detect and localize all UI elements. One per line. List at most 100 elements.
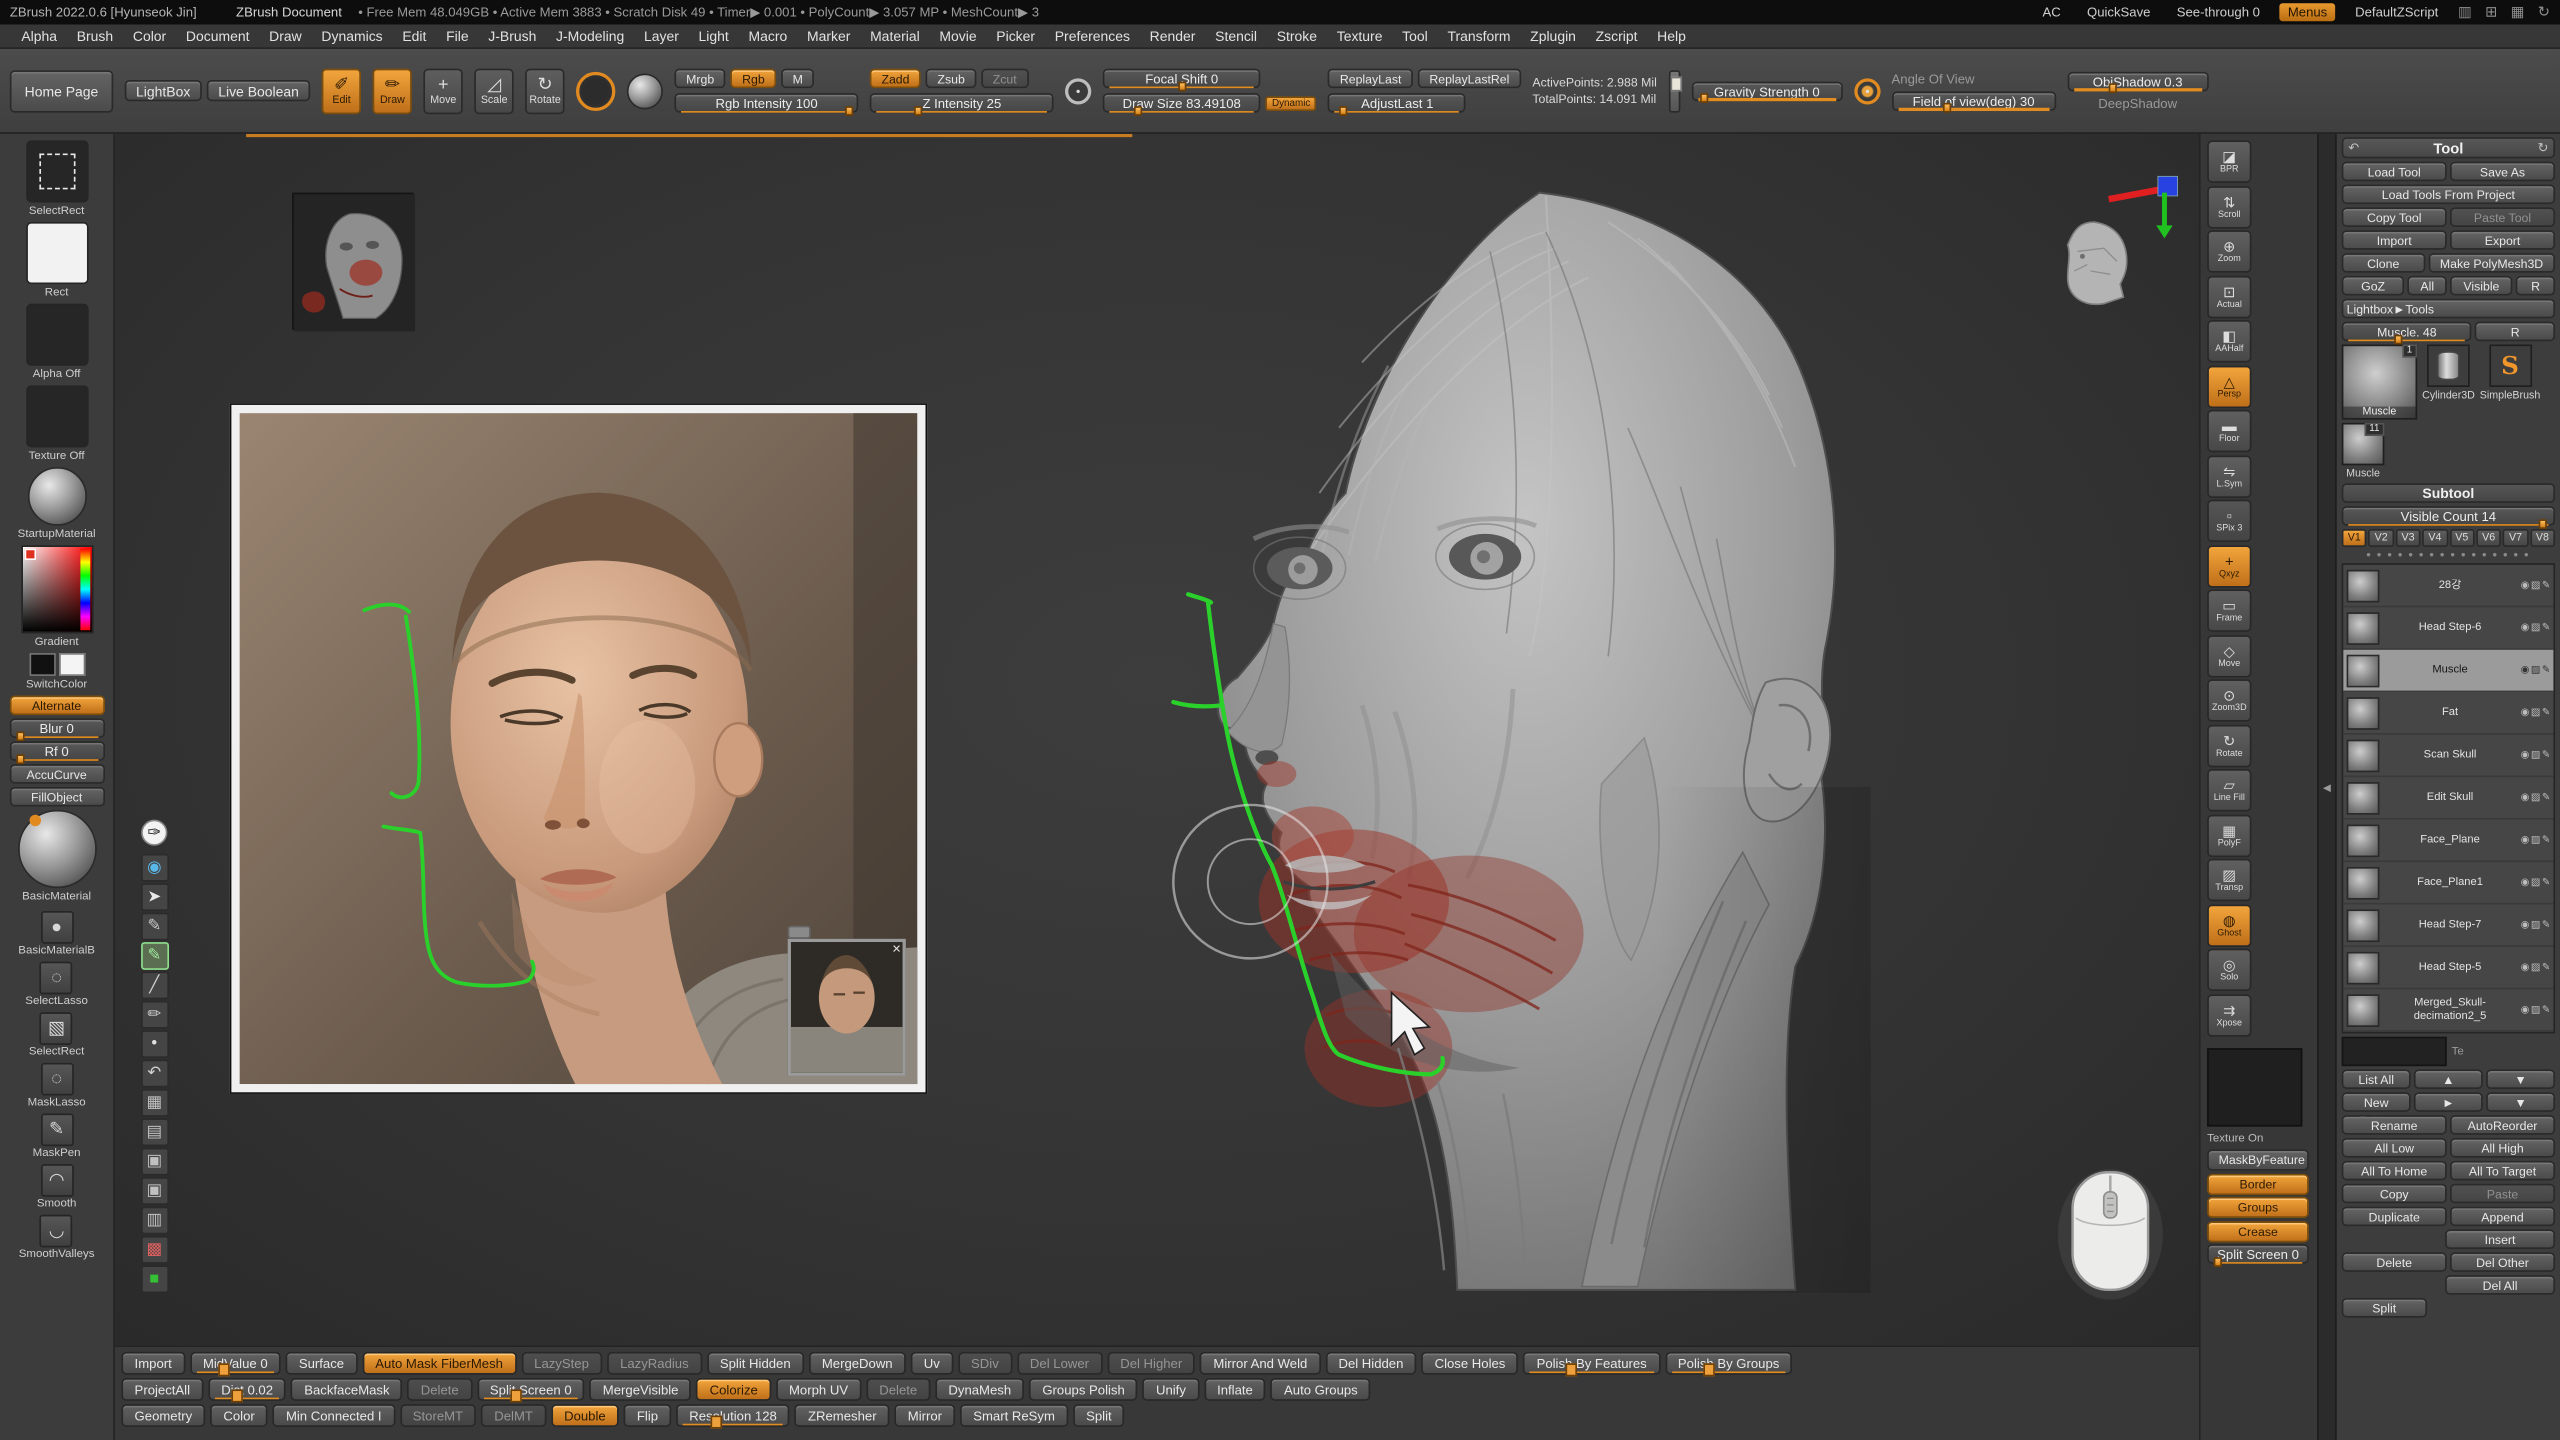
texture-preview-box[interactable] bbox=[2207, 1048, 2302, 1126]
append-button[interactable]: Append bbox=[2450, 1207, 2555, 1227]
subtool-row[interactable]: Head Step-6 ◉ ▨ ✎ bbox=[2343, 607, 2553, 649]
autoreorder-button[interactable]: AutoReorder bbox=[2450, 1115, 2555, 1135]
bottom-button[interactable]: Mirror bbox=[895, 1404, 956, 1427]
bottom-button[interactable]: Mirror And Weld bbox=[1200, 1352, 1320, 1375]
version-tab[interactable]: V5 bbox=[2449, 529, 2474, 547]
visible-count-slider[interactable]: Visible Count 14 bbox=[2342, 506, 2555, 526]
bottom-button[interactable]: Smart ReSym bbox=[960, 1404, 1068, 1427]
bottom-button[interactable]: Surface bbox=[286, 1352, 358, 1375]
version-tab[interactable]: V2 bbox=[2369, 529, 2394, 547]
subtool-thumbnail[interactable] bbox=[2347, 739, 2380, 772]
palette-shortcut[interactable]: ◠ Smooth bbox=[37, 1164, 77, 1211]
quick-tool-icon[interactable]: ✏ bbox=[140, 1001, 168, 1029]
eye-icon[interactable]: ◉ bbox=[2521, 792, 2530, 803]
current-brush-icon[interactable] bbox=[576, 71, 615, 110]
shelf-slider-track[interactable] bbox=[246, 134, 1132, 137]
quick-tool-icon[interactable]: ▤ bbox=[140, 1118, 168, 1146]
right-shelf-button[interactable]: △ Persp bbox=[2207, 365, 2251, 407]
palette-shortcut[interactable]: ◌ MaskLasso bbox=[28, 1063, 86, 1110]
bottom-button[interactable]: DelMT bbox=[481, 1404, 546, 1427]
bottom-button[interactable]: Min Connected I bbox=[273, 1404, 395, 1427]
subtool-preview-box[interactable] bbox=[2342, 1037, 2447, 1066]
quick-tool-icon[interactable]: ▣ bbox=[140, 1148, 168, 1176]
deepshadow-label[interactable]: DeepShadow bbox=[2067, 96, 2208, 111]
new-folder-button[interactable]: New Folder bbox=[2342, 1092, 2411, 1112]
rf-slider[interactable]: Rf 0 bbox=[9, 741, 104, 761]
subtool-row[interactable]: Face_Plane1 ◉ ▨ ✎ bbox=[2343, 862, 2553, 904]
subtool-row[interactable]: Head Step-7 ◉ ▨ ✎ bbox=[2343, 905, 2553, 947]
texture-on-label[interactable]: Texture On bbox=[2207, 1132, 2263, 1143]
menu-item[interactable]: Transform bbox=[1439, 26, 1518, 46]
bottom-button[interactable]: Auto Groups bbox=[1271, 1378, 1371, 1401]
bottom-button[interactable]: ZRemesher bbox=[795, 1404, 890, 1427]
fov-slider[interactable]: Field of view(deg) 30 bbox=[1892, 91, 2056, 111]
menu-item[interactable]: File bbox=[438, 26, 477, 46]
bottom-button[interactable]: DynaMesh bbox=[935, 1378, 1024, 1401]
quick-tool-icon[interactable]: ▥ bbox=[140, 1207, 168, 1235]
all-to-home-button[interactable]: All To Home bbox=[2342, 1161, 2447, 1181]
document-canvas[interactable]: × bbox=[115, 134, 2199, 1345]
mrgb-button[interactable]: Mrgb bbox=[675, 69, 726, 89]
bottom-button[interactable]: Double bbox=[551, 1404, 619, 1427]
subtool-thumbnail[interactable] bbox=[2347, 909, 2380, 942]
z-intensity-slider[interactable]: Z Intensity 25 bbox=[870, 93, 1054, 113]
polypaint-icon[interactable]: ▨ bbox=[2531, 919, 2540, 930]
polypaint-icon[interactable]: ▨ bbox=[2531, 622, 2540, 633]
zadd-button[interactable]: Zadd bbox=[870, 69, 921, 89]
select-rect-tool[interactable] bbox=[25, 140, 87, 202]
bottom-button[interactable]: SDiv bbox=[958, 1352, 1012, 1375]
scale-button[interactable]: ◿ Scale bbox=[474, 68, 513, 114]
replay-last-button[interactable]: ReplayLast bbox=[1328, 69, 1413, 89]
ac-button[interactable]: AC bbox=[2036, 5, 2067, 20]
eye-icon[interactable]: ◉ bbox=[2521, 919, 2530, 930]
save-as-button[interactable]: Save As bbox=[2450, 162, 2555, 182]
quick-tool-icon[interactable]: ▣ bbox=[140, 1177, 168, 1205]
menu-item[interactable]: Layer bbox=[636, 26, 687, 46]
move-button[interactable]: + Move bbox=[424, 68, 463, 114]
subtool-row[interactable]: 28강 ◉ ▨ ✎ bbox=[2343, 565, 2553, 607]
texture-slot[interactable] bbox=[25, 385, 87, 447]
eye-icon[interactable]: ◉ bbox=[2521, 877, 2530, 888]
palette-shortcut[interactable]: ▧ SelectRect bbox=[29, 1012, 85, 1059]
menu-item[interactable]: Light bbox=[690, 26, 737, 46]
right-shelf-button[interactable]: ▨ Transp bbox=[2207, 859, 2251, 901]
bottom-button[interactable]: Split Hidden bbox=[707, 1352, 804, 1375]
bottom-button[interactable]: Del Lower bbox=[1017, 1352, 1102, 1375]
alternate-button[interactable]: Alternate bbox=[9, 696, 104, 716]
menu-item[interactable]: J-Modeling bbox=[548, 26, 633, 46]
delete-subtool-button[interactable]: Delete bbox=[2342, 1252, 2447, 1272]
palette-shortcut[interactable]: ● BasicMaterialB bbox=[18, 911, 95, 958]
right-shelf-button[interactable]: ⇋ L.Sym bbox=[2207, 455, 2251, 497]
folder-right-icon[interactable]: ► bbox=[2414, 1092, 2483, 1112]
export-button[interactable]: Export bbox=[2450, 230, 2555, 250]
menu-item[interactable]: Render bbox=[1141, 26, 1203, 46]
grid-layout-icon[interactable]: ⊞ bbox=[2485, 3, 2497, 21]
bottom-button[interactable]: Split bbox=[1073, 1404, 1125, 1427]
load-tool-button[interactable]: Load Tool bbox=[2342, 162, 2447, 182]
sculpt-icon[interactable]: ✎ bbox=[2542, 1004, 2550, 1015]
subtool-thumbnail[interactable] bbox=[2347, 824, 2380, 857]
menu-item[interactable]: Dynamics bbox=[313, 26, 391, 46]
right-shelf-button[interactable]: ▭ Frame bbox=[2207, 589, 2251, 631]
photo-inset-thumbnail[interactable]: × bbox=[788, 939, 906, 1076]
right-shelf-button[interactable]: ↻ Rotate bbox=[2207, 724, 2251, 766]
goz-button[interactable]: GoZ bbox=[2342, 276, 2405, 296]
pen-nib-icon[interactable]: ✑ bbox=[141, 820, 167, 846]
right-shelf-button[interactable]: ⇅ Scroll bbox=[2207, 185, 2251, 227]
hue-strip[interactable] bbox=[80, 549, 90, 631]
color-picker[interactable] bbox=[21, 545, 93, 633]
clone-button[interactable]: Clone bbox=[2342, 253, 2425, 273]
menu-item[interactable]: Draw bbox=[261, 26, 310, 46]
version-tab[interactable]: V4 bbox=[2422, 529, 2447, 547]
menu-item[interactable]: Zplugin bbox=[1522, 26, 1584, 46]
inset-drag-tab[interactable] bbox=[788, 926, 811, 939]
groups-button[interactable]: Groups bbox=[2207, 1197, 2309, 1218]
fillobject-button[interactable]: FillObject bbox=[9, 787, 104, 807]
basic-material-sphere[interactable] bbox=[17, 810, 96, 888]
split-screen-slider[interactable]: Split Screen 0 bbox=[2207, 1244, 2309, 1264]
tool-name-slider[interactable]: Muscle. 48 bbox=[2342, 322, 2472, 342]
subtool-thumbnail[interactable] bbox=[2347, 781, 2380, 814]
subtool-row[interactable]: Head Step-5 ◉ ▨ ✎ bbox=[2343, 947, 2553, 989]
right-shelf-button[interactable]: ◍ Ghost bbox=[2207, 904, 2251, 946]
right-shelf-button[interactable]: ◧ AAHalf bbox=[2207, 320, 2251, 362]
